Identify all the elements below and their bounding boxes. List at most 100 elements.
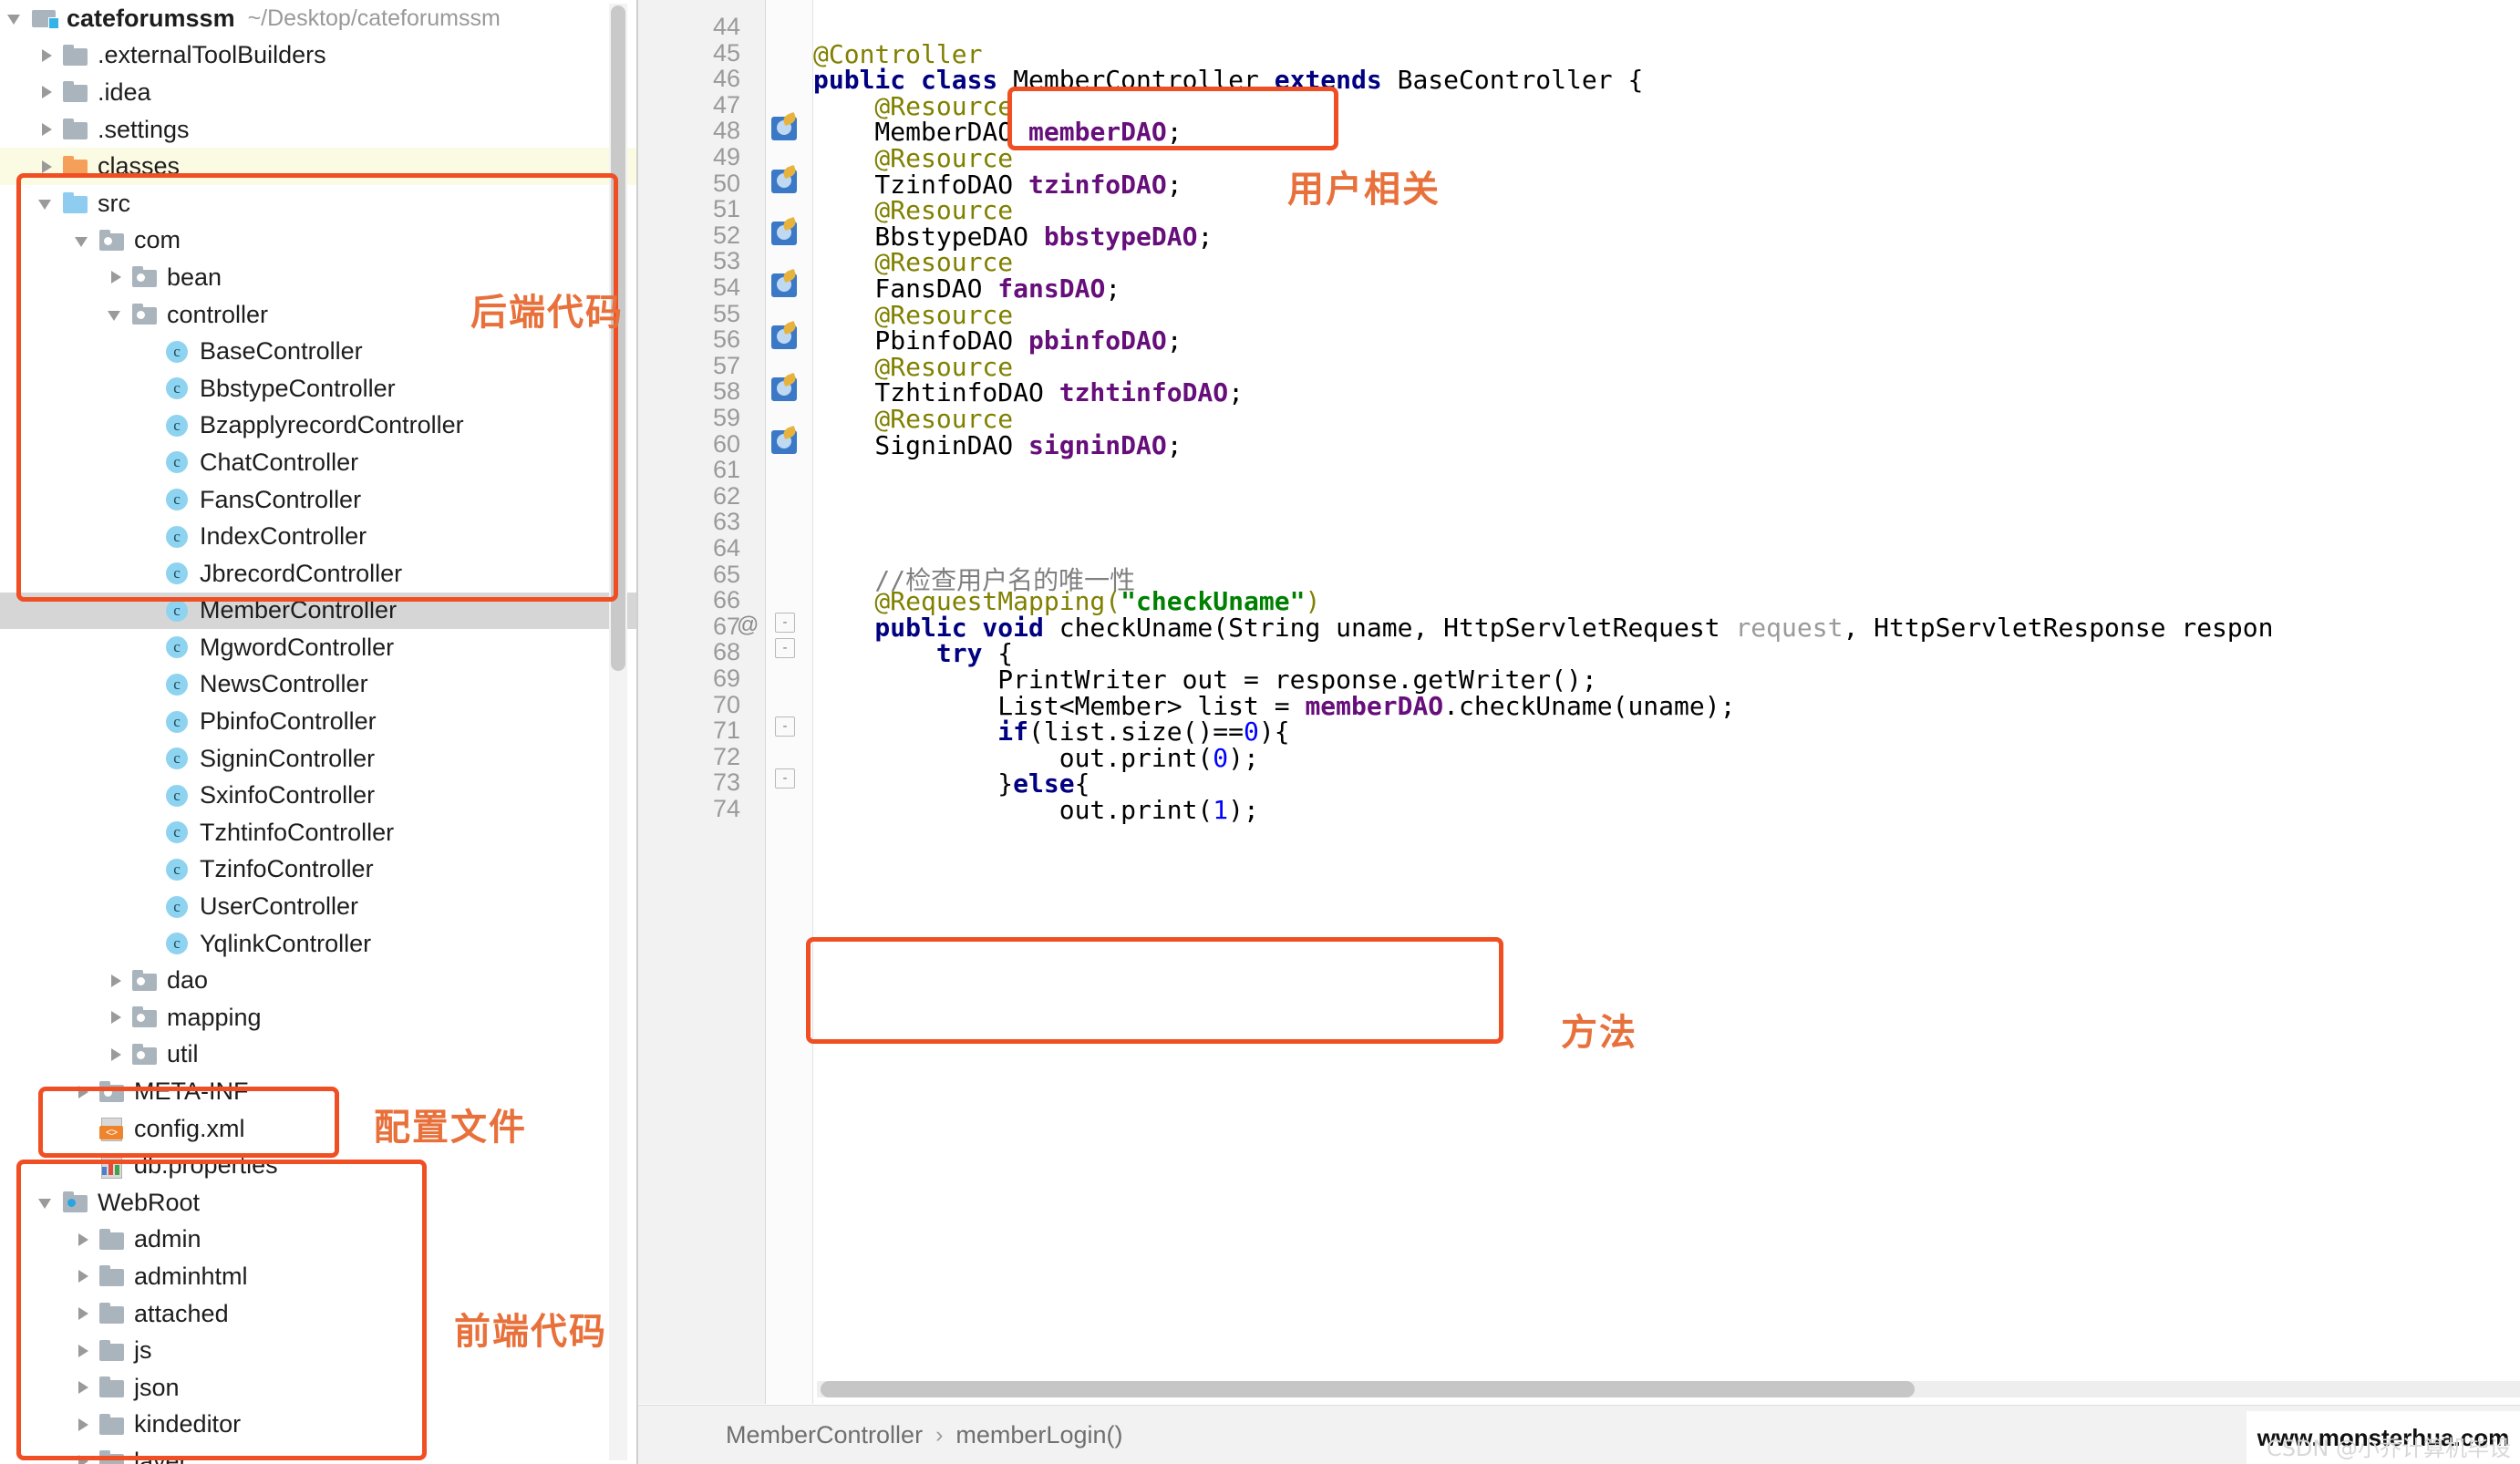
tree-item-util[interactable]: util — [0, 1036, 638, 1074]
tree-item--settings[interactable]: .settings — [0, 111, 638, 149]
tree-item-project-root[interactable]: cateforumssm ~/Desktop/cateforumssm — [0, 0, 638, 37]
tree-item-attached[interactable]: attached — [0, 1295, 638, 1333]
spring-bean-gutter-icon[interactable] — [771, 373, 799, 402]
tree-item-tzhtinfocontroller[interactable]: c TzhtinfoController — [0, 814, 638, 851]
tree-item-com[interactable]: com — [0, 222, 638, 260]
tree-item-membercontroller[interactable]: c MemberController — [0, 592, 638, 630]
chevron-right-icon[interactable] — [73, 1341, 93, 1361]
breadcrumb-method[interactable]: memberLogin() — [955, 1421, 1122, 1449]
code-fold-icon[interactable]: - — [775, 717, 795, 737]
code-line[interactable]: 55 @Resource — [638, 300, 2520, 330]
tree-item-classes[interactable]: classes — [0, 148, 638, 185]
code-line[interactable]: 68- try { — [638, 638, 2520, 668]
tree-item--idea[interactable]: .idea — [0, 74, 638, 111]
code-line[interactable]: 52 BbstypeDAO bbstypeDAO; — [638, 216, 2520, 252]
tree-item-sxinfocontroller[interactable]: c SxinfoController — [0, 777, 638, 814]
tree-item-tzinfocontroller[interactable]: c TzinfoController — [0, 851, 638, 889]
chevron-right-icon[interactable] — [73, 1304, 93, 1324]
tree-item-fanscontroller[interactable]: c FansController — [0, 481, 638, 519]
tree-item-dao[interactable]: dao — [0, 962, 638, 999]
code-line[interactable]: 62 — [638, 482, 2520, 510]
spring-bean-gutter-icon[interactable] — [771, 268, 799, 297]
code-line[interactable]: 74 out.print(1); — [638, 795, 2520, 825]
tree-item-admin[interactable]: admin — [0, 1222, 638, 1259]
chevron-right-icon[interactable] — [36, 157, 57, 177]
spring-bean-gutter-icon[interactable] — [771, 216, 799, 245]
code-line[interactable]: 50 TzinfoDAO tzinfoDAO; — [638, 164, 2520, 200]
code-line[interactable]: 72 out.print(0); — [638, 743, 2520, 773]
tree-item-kindeditor[interactable]: kindeditor — [0, 1407, 638, 1444]
tree-item-indexcontroller[interactable]: c IndexController — [0, 518, 638, 555]
tree-item-src[interactable]: src — [0, 185, 638, 222]
tree-item-bbstypecontroller[interactable]: c BbstypeController — [0, 370, 638, 407]
annotation-gutter-marker[interactable]: @ — [737, 613, 759, 638]
project-tree-list[interactable]: cateforumssm ~/Desktop/cateforumssm .ext… — [0, 0, 638, 1464]
code-line[interactable]: 54 FansDAO fansDAO; — [638, 268, 2520, 304]
code-line[interactable]: 45 @Controller — [638, 39, 2520, 69]
code-line[interactable]: 69 PrintWriter out = response.getWriter(… — [638, 665, 2520, 695]
code-line[interactable]: 70 List<Member> list = memberDAO.checkUn… — [638, 691, 2520, 721]
spring-bean-gutter-icon[interactable] — [771, 321, 799, 350]
tree-item-usercontroller[interactable]: c UserController — [0, 888, 638, 925]
spring-bean-gutter-icon[interactable] — [771, 164, 799, 193]
code-fold-icon[interactable]: - — [775, 638, 795, 659]
chevron-right-icon[interactable] — [36, 119, 57, 139]
code-line[interactable]: 57 @Resource — [638, 352, 2520, 382]
code-line[interactable]: 51 @Resource — [638, 195, 2520, 225]
chevron-right-icon[interactable] — [36, 82, 57, 102]
chevron-right-icon[interactable] — [106, 971, 126, 991]
code-line[interactable]: 61 — [638, 456, 2520, 483]
chevron-right-icon[interactable] — [73, 1451, 93, 1464]
code-line[interactable]: 63 — [638, 508, 2520, 535]
tree-item-chatcontroller[interactable]: c ChatController — [0, 444, 638, 481]
tree-item-webroot[interactable]: WebRoot — [0, 1184, 638, 1222]
code-line[interactable]: 44 — [638, 13, 2520, 40]
editor-hscrollbar-thumb[interactable] — [821, 1381, 1915, 1397]
tree-item-controller[interactable]: controller — [0, 296, 638, 334]
code-fold-icon[interactable]: - — [775, 768, 795, 789]
tree-item-jbrecordcontroller[interactable]: c JbrecordController — [0, 555, 638, 593]
code-line[interactable]: 64 — [638, 534, 2520, 562]
code-line[interactable]: 65 //检查用户名的唯一性 — [638, 561, 2520, 595]
code-line[interactable]: 71- if(list.size()==0){ — [638, 717, 2520, 747]
code-line[interactable]: 59 @Resource — [638, 404, 2520, 434]
code-line[interactable]: 58 TzhtinfoDAO tzhtinfoDAO; — [638, 373, 2520, 407]
tree-item-signincontroller[interactable]: c SigninController — [0, 740, 638, 778]
chevron-down-icon[interactable] — [5, 8, 26, 28]
chevron-right-icon[interactable] — [73, 1377, 93, 1397]
code-line[interactable]: 56 PbinfoDAO pbinfoDAO; — [638, 321, 2520, 356]
chevron-down-icon[interactable] — [36, 193, 57, 213]
tree-item-db-properties[interactable]: db.properties — [0, 1147, 638, 1184]
code-line[interactable]: 67 @ - public void checkUname(String uname… — [638, 612, 2520, 643]
tree-item--externaltoolbuilders[interactable]: .externalToolBuilders — [0, 37, 638, 75]
tree-item-bzapplyrecordcontroller[interactable]: c BzapplyrecordController — [0, 407, 638, 445]
chevron-right-icon[interactable] — [73, 1230, 93, 1250]
tree-item-js[interactable]: js — [0, 1332, 638, 1369]
code-editor-pane[interactable]: 44 45 @Controller 46 public class MemberCont… — [638, 0, 2520, 1464]
chevron-right-icon[interactable] — [36, 46, 57, 66]
tree-item-pbinfocontroller[interactable]: c PbinfoController — [0, 703, 638, 740]
tree-item-mgwordcontroller[interactable]: c MgwordController — [0, 629, 638, 666]
chevron-right-icon[interactable] — [73, 1082, 93, 1102]
tree-item-layer[interactable]: layer — [0, 1443, 638, 1464]
chevron-right-icon[interactable] — [73, 1415, 93, 1435]
tree-item-json[interactable]: json — [0, 1369, 638, 1407]
spring-bean-gutter-icon[interactable] — [771, 112, 799, 141]
code-line[interactable]: 47 @Resource — [638, 91, 2520, 121]
code-line[interactable]: 60 SigninDAO signinDAO; — [638, 425, 2520, 460]
tree-item-meta-inf[interactable]: META-INF — [0, 1073, 638, 1110]
tree-item-mapping[interactable]: mapping — [0, 999, 638, 1036]
tree-item-adminhtml[interactable]: adminhtml — [0, 1258, 638, 1295]
code-line[interactable]: 46 public class MemberController extends … — [638, 65, 2520, 95]
chevron-right-icon[interactable] — [106, 267, 126, 287]
code-line[interactable]: 53 @Resource — [638, 247, 2520, 277]
chevron-right-icon[interactable] — [106, 1045, 126, 1065]
chevron-right-icon[interactable] — [106, 1007, 126, 1027]
project-tree-pane[interactable]: cateforumssm ~/Desktop/cateforumssm .ext… — [0, 0, 638, 1464]
tree-item-bean[interactable]: bean — [0, 259, 638, 296]
chevron-down-icon[interactable] — [36, 1192, 57, 1212]
tree-item-basecontroller[interactable]: c BaseController — [0, 333, 638, 370]
spring-bean-gutter-icon[interactable] — [771, 425, 799, 454]
tree-item-yqlinkcontroller[interactable]: c YqlinkController — [0, 925, 638, 963]
chevron-down-icon[interactable] — [73, 231, 93, 251]
